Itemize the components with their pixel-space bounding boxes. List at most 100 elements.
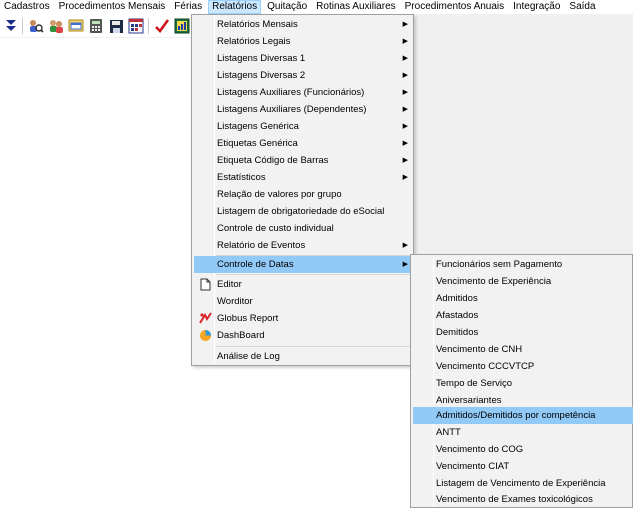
menu-cadastros[interactable]: Cadastros <box>0 0 53 14</box>
menu-item-label: Relatório de Eventos <box>217 240 306 251</box>
menu-item-worditor[interactable]: Worditor <box>194 293 412 310</box>
menu-ferias[interactable]: Férias <box>171 0 205 14</box>
menu-item-label: Funcionários sem Pagamento <box>436 259 563 270</box>
submenu-item-funcionarios-sem-pagamento[interactable]: Funcionários sem Pagamento <box>413 256 633 273</box>
submenu-arrow-icon: ▶ <box>402 38 408 45</box>
globus-report-icon <box>198 311 212 325</box>
menu-separator <box>216 274 411 275</box>
checkmark-icon[interactable] <box>154 18 170 34</box>
menu-item-listagens-diversas-1[interactable]: Listagens Diversas 1 ▶ <box>194 50 412 67</box>
menu-item-label: Estatísticos <box>217 172 266 183</box>
menu-rotinas-auxiliares[interactable]: Rotinas Auxiliares <box>313 0 398 14</box>
submenu-item-vencimento-exames-toxicologicos[interactable]: Vencimento de Exames toxicológicos <box>413 491 633 508</box>
menu-item-label: Tempo de Serviço <box>436 378 513 389</box>
menu-item-label: DashBoard <box>217 330 265 341</box>
menu-procedimentos-anuais[interactable]: Procedimentos Anuais <box>402 0 508 14</box>
submenu-item-listagem-vencimento-experiencia[interactable]: Listagem de Vencimento de Experiência <box>413 475 633 492</box>
menu-item-label: Demitidos <box>436 327 479 338</box>
menu-item-analise-log[interactable]: Análise de Log <box>194 348 412 365</box>
menu-item-label: Listagem de obrigatoriedade do eSocial <box>217 206 385 217</box>
menu-item-label: Vencimento do COG <box>436 444 524 455</box>
menu-item-listagens-auxiliares-dependentes[interactable]: Listagens Auxiliares (Dependentes) ▶ <box>194 101 412 118</box>
menu-item-label: Listagens Diversas 1 <box>217 53 306 64</box>
work-area <box>410 14 633 254</box>
submenu-arrow-icon: ▶ <box>402 123 408 130</box>
toolbar-separator <box>22 18 23 34</box>
folder-window-icon[interactable] <box>68 18 84 34</box>
people-search-icon[interactable] <box>28 18 44 34</box>
menu-item-label: Etiquetas Genérica <box>217 138 298 149</box>
menu-item-label: Relação de valores por grupo <box>217 189 342 200</box>
menu-bar: Cadastros Procedimentos Mensais Férias R… <box>0 0 633 14</box>
menu-saida[interactable]: Saída <box>566 0 598 14</box>
menu-item-label: Listagem de Vencimento de Experiência <box>436 478 606 489</box>
menu-item-label: Listagens Auxiliares (Funcionários) <box>217 87 365 98</box>
menu-item-relatorios-legais[interactable]: Relatórios Legais ▶ <box>194 33 412 50</box>
relatorios-menu: Relatórios Mensais ▶ Relatórios Legais ▶… <box>191 14 414 366</box>
pie-chart-icon <box>198 328 212 342</box>
submenu-arrow-icon: ▶ <box>402 242 408 249</box>
menu-item-label: Worditor <box>217 296 253 307</box>
menu-item-etiqueta-codigo-barras[interactable]: Etiqueta Código de Barras ▶ <box>194 152 412 169</box>
menu-quitacao[interactable]: Quitação <box>264 0 310 14</box>
menu-item-label: Controle de Datas <box>217 259 294 270</box>
menu-relatorios[interactable]: Relatórios <box>208 0 262 14</box>
submenu-item-admitidos[interactable]: Admitidos <box>413 290 633 307</box>
document-icon <box>198 277 212 291</box>
menu-item-label: Relatórios Legais <box>217 36 291 47</box>
menu-item-label: Vencimento de CNH <box>436 344 523 355</box>
submenu-arrow-icon: ▶ <box>402 21 408 28</box>
submenu-item-vencimento-cnh[interactable]: Vencimento de CNH <box>413 341 633 358</box>
menu-item-label: Listagens Auxiliares (Dependentes) <box>217 104 367 115</box>
menu-item-etiquetas-generica[interactable]: Etiquetas Genérica ▶ <box>194 135 412 152</box>
submenu-item-afastados[interactable]: Afastados <box>413 307 633 324</box>
menu-item-label: Vencimento CCCVTCP <box>436 361 535 372</box>
submenu-item-vencimento-cog[interactable]: Vencimento do COG <box>413 441 633 458</box>
menu-item-label: Globus Report <box>217 313 279 324</box>
submenu-item-vencimento-experiencia[interactable]: Vencimento de Experiência <box>413 273 633 290</box>
submenu-arrow-icon: ▶ <box>402 72 408 79</box>
chart-window-icon[interactable] <box>174 18 190 34</box>
menu-item-controle-custo-individual[interactable]: Controle de custo individual <box>194 220 412 237</box>
submenu-arrow-icon: ▶ <box>402 106 408 113</box>
menu-item-relatorios-mensais[interactable]: Relatórios Mensais ▶ <box>194 16 412 33</box>
menu-procedimentos-mensais[interactable]: Procedimentos Mensais <box>56 0 169 14</box>
menu-item-label: Vencimento de Exames toxicológicos <box>436 494 593 505</box>
menu-item-label: Admitidos/Demitidos por competência <box>436 410 596 421</box>
menu-item-obrigatoriedade-esocial[interactable]: Listagem de obrigatoriedade do eSocial <box>194 203 412 220</box>
menu-item-label: Relatórios Mensais <box>217 19 298 30</box>
submenu-item-demitidos[interactable]: Demitidos <box>413 324 633 341</box>
menu-item-editor[interactable]: Editor <box>194 276 412 293</box>
floppy-save-icon[interactable] <box>108 18 124 34</box>
menu-item-estatisticos[interactable]: Estatísticos ▶ <box>194 169 412 186</box>
menu-item-relacao-valores-grupo[interactable]: Relação de valores por grupo <box>194 186 412 203</box>
submenu-item-tempo-servico[interactable]: Tempo de Serviço <box>413 375 633 392</box>
menu-integracao[interactable]: Integração <box>510 0 563 14</box>
menu-item-label: Etiqueta Código de Barras <box>217 155 329 166</box>
menu-item-label: Admitidos <box>436 293 478 304</box>
submenu-item-vencimento-ciat[interactable]: Vencimento CIAT <box>413 458 633 475</box>
submenu-item-antt[interactable]: ANTT <box>413 424 633 441</box>
calculator-icon[interactable] <box>88 18 104 34</box>
menu-item-label: Análise de Log <box>217 351 280 362</box>
menu-separator <box>216 346 411 347</box>
menu-item-globus-report[interactable]: Globus Report <box>194 310 412 327</box>
submenu-arrow-icon: ▶ <box>402 140 408 147</box>
submenu-arrow-icon: ▶ <box>402 55 408 62</box>
menu-item-label: Vencimento de Experiência <box>436 276 552 287</box>
menu-item-dashboard[interactable]: DashBoard <box>194 327 412 344</box>
menu-item-relatorio-eventos[interactable]: Relatório de Eventos ▶ <box>194 237 412 254</box>
menu-item-listagens-generica[interactable]: Listagens Genérica ▶ <box>194 118 412 135</box>
menu-item-listagens-diversas-2[interactable]: Listagens Diversas 2 ▶ <box>194 67 412 84</box>
calendar-grid-icon[interactable] <box>128 18 144 34</box>
menu-item-listagens-auxiliares-funcionarios[interactable]: Listagens Auxiliares (Funcionários) ▶ <box>194 84 412 101</box>
submenu-item-admitidos-demitidos-competencia[interactable]: Admitidos/Demitidos por competência <box>413 407 633 424</box>
menu-item-controle-datas[interactable]: Controle de Datas ▶ <box>194 256 412 273</box>
menu-item-label: Controle de custo individual <box>217 223 334 234</box>
menu-item-label: Vencimento CIAT <box>436 461 510 472</box>
double-chevron-down-icon[interactable] <box>3 18 19 34</box>
people-icon[interactable] <box>48 18 64 34</box>
submenu-arrow-icon: ▶ <box>402 157 408 164</box>
submenu-arrow-icon: ▶ <box>402 261 408 268</box>
submenu-item-vencimento-cccvtcp[interactable]: Vencimento CCCVTCP <box>413 358 633 375</box>
